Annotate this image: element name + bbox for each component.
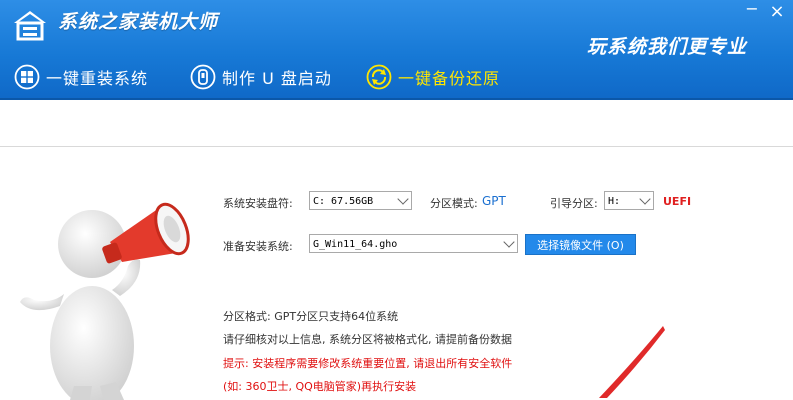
install-disk-value: C: 67.56GB xyxy=(313,196,374,207)
close-button[interactable]: × xyxy=(767,2,787,22)
app-window: 系统之家装机大师 − × 玩系统我们更专业 一键重装系统 制作 U 盘启动 一键… xyxy=(0,0,793,400)
install-disk-label: 系统安装盘符: xyxy=(223,197,293,210)
tab-label: 制作 U 盘启动 xyxy=(222,69,332,88)
chevron-down-icon xyxy=(397,193,409,205)
info-partition-format: 分区格式: GPT分区只支持64位系统 xyxy=(223,310,399,323)
boot-partition-label: 引导分区: xyxy=(550,197,598,210)
tab-label: 一键重装系统 xyxy=(46,69,149,88)
megaphone-mascot-illustration xyxy=(20,202,190,400)
tab-one-click-reinstall[interactable]: 一键重装系统 xyxy=(14,62,148,92)
boot-partition-select[interactable]: H: xyxy=(604,191,654,210)
info-security-tip: 提示: 安装程序需要修改系统重要位置, 请退出所有安全软件 xyxy=(223,357,513,370)
slogan: 玩系统我们更专业 xyxy=(587,36,748,58)
choose-image-button[interactable]: 选择镜像文件 (O) xyxy=(525,234,636,255)
title-bar: 系统之家装机大师 − × 玩系统我们更专业 一键重装系统 制作 U 盘启动 一键… xyxy=(0,0,793,100)
chevron-down-icon xyxy=(503,236,515,248)
tab-make-usb-boot[interactable]: 制作 U 盘启动 xyxy=(190,62,332,92)
partition-mode-label: 分区模式: xyxy=(430,197,478,210)
install-disk-select[interactable]: C: 67.56GB xyxy=(309,191,412,210)
pointer-arrow-decoration xyxy=(599,326,665,398)
info-backup-warning: 请仔细核对以上信息, 系统分区将被格式化, 请提前备份数据 xyxy=(223,333,512,346)
system-image-value: G_Win11_64.gho xyxy=(313,239,398,250)
app-logo-icon xyxy=(14,11,46,41)
top-panel xyxy=(0,100,793,147)
minimize-button[interactable]: − xyxy=(743,1,761,20)
app-title: 系统之家装机大师 xyxy=(58,11,219,33)
boot-type-label: UEFI xyxy=(663,195,692,208)
tab-label: 一键备份还原 xyxy=(398,69,501,88)
system-image-select[interactable]: G_Win11_64.gho xyxy=(309,234,518,253)
windows-icon xyxy=(14,64,40,90)
partition-mode-value: GPT xyxy=(482,194,506,208)
info-security-examples: (如: 360卫士, QQ电脑管家)再执行安装 xyxy=(223,380,417,393)
usb-icon xyxy=(190,64,216,90)
chevron-down-icon xyxy=(639,193,651,205)
backup-restore-icon xyxy=(366,64,392,90)
boot-partition-value: H: xyxy=(608,196,621,207)
tab-backup-restore[interactable]: 一键备份还原 xyxy=(366,62,500,92)
prepare-system-label: 准备安装系统: xyxy=(223,240,293,253)
